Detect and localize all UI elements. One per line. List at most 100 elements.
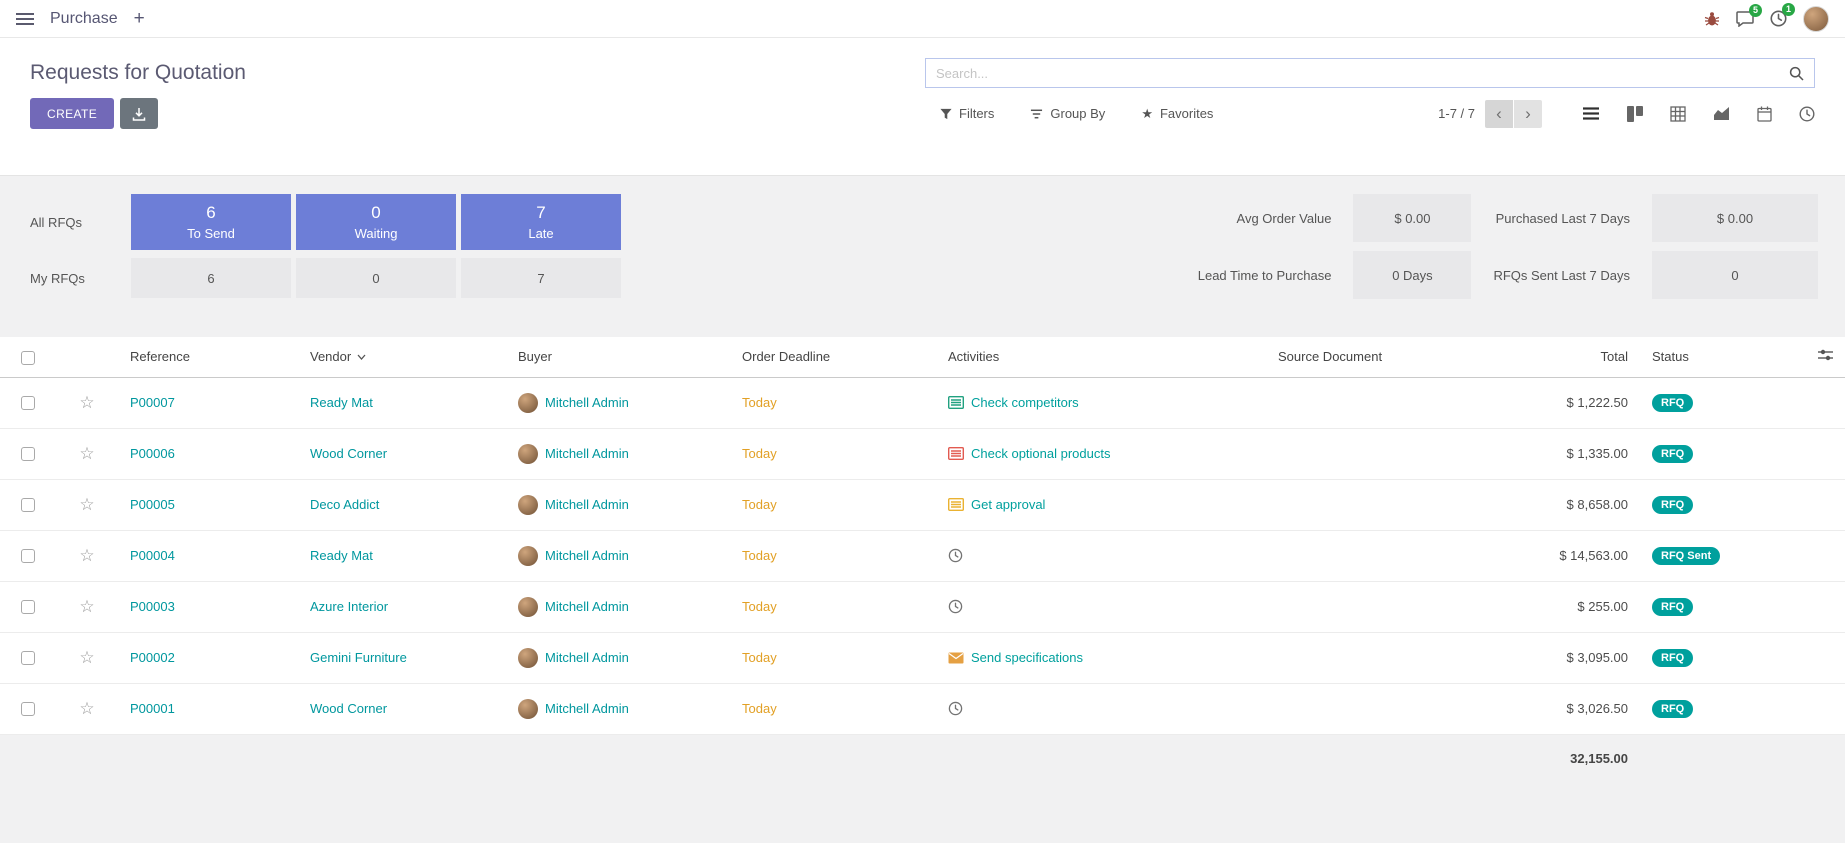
table-row[interactable]: ☆ P00004 Ready Mat Mitchell Admin Today … bbox=[0, 530, 1845, 581]
column-header-reference[interactable]: Reference bbox=[130, 349, 190, 364]
activity-label[interactable]: Check optional products bbox=[971, 446, 1110, 461]
row-checkbox[interactable] bbox=[21, 702, 35, 716]
select-all-checkbox[interactable] bbox=[21, 351, 35, 365]
table-row[interactable]: ☆ P00007 Ready Mat Mitchell Admin Today … bbox=[0, 377, 1845, 428]
my-rfq-count-waiting[interactable]: 0 bbox=[296, 258, 456, 298]
favorite-star-icon[interactable]: ☆ bbox=[79, 495, 94, 514]
activity-icon[interactable] bbox=[948, 548, 963, 563]
table-row[interactable]: ☆ P00002 Gemini Furniture Mitchell Admin… bbox=[0, 632, 1845, 683]
activity-icon[interactable] bbox=[948, 396, 964, 409]
group-by-button[interactable]: Group By bbox=[1030, 106, 1105, 121]
column-header-activities[interactable]: Activities bbox=[948, 349, 999, 364]
activity-view-icon[interactable] bbox=[1799, 106, 1815, 122]
buyer-link[interactable]: Mitchell Admin bbox=[545, 446, 629, 461]
vendor-link[interactable]: Ready Mat bbox=[310, 395, 373, 410]
activity-icon[interactable] bbox=[948, 447, 964, 460]
row-checkbox[interactable] bbox=[21, 651, 35, 665]
activity-cell[interactable]: Send specifications bbox=[948, 650, 1254, 665]
pager-previous-button[interactable]: ‹ bbox=[1485, 100, 1513, 128]
kanban-view-icon[interactable] bbox=[1627, 106, 1643, 122]
vendor-link[interactable]: Wood Corner bbox=[310, 446, 387, 461]
reference-link[interactable]: P00001 bbox=[130, 701, 175, 716]
filters-button[interactable]: Filters bbox=[940, 106, 994, 121]
column-header-total[interactable]: Total bbox=[1601, 349, 1628, 364]
column-header-source[interactable]: Source Document bbox=[1278, 349, 1382, 364]
row-checkbox[interactable] bbox=[21, 396, 35, 410]
column-header-vendor[interactable]: Vendor bbox=[310, 349, 366, 364]
activities-clock-icon[interactable]: 1 bbox=[1770, 10, 1787, 27]
buyer-link[interactable]: Mitchell Admin bbox=[545, 497, 629, 512]
row-checkbox[interactable] bbox=[21, 600, 35, 614]
rfq-tile-to-send[interactable]: 6To Send bbox=[131, 194, 291, 250]
buyer-link[interactable]: Mitchell Admin bbox=[545, 701, 629, 716]
my-rfqs-filter[interactable]: My RFQs bbox=[30, 258, 126, 298]
row-checkbox[interactable] bbox=[21, 498, 35, 512]
favorite-star-icon[interactable]: ☆ bbox=[79, 597, 94, 616]
vendor-link[interactable]: Wood Corner bbox=[310, 701, 387, 716]
activity-cell[interactable]: Check competitors bbox=[948, 395, 1254, 410]
pager-next-button[interactable]: › bbox=[1514, 100, 1542, 128]
vendor-link[interactable]: Azure Interior bbox=[310, 599, 388, 614]
activity-cell[interactable] bbox=[948, 701, 1254, 716]
buyer-link[interactable]: Mitchell Admin bbox=[545, 395, 629, 410]
pivot-view-icon[interactable] bbox=[1670, 106, 1686, 122]
favorite-star-icon[interactable]: ☆ bbox=[79, 393, 94, 412]
reference-link[interactable]: P00003 bbox=[130, 599, 175, 614]
activity-label[interactable]: Check competitors bbox=[971, 395, 1079, 410]
rfq-tile-waiting[interactable]: 0Waiting bbox=[296, 194, 456, 250]
favorites-button[interactable]: ★ Favorites bbox=[1141, 106, 1213, 122]
row-checkbox[interactable] bbox=[21, 447, 35, 461]
my-rfq-count-late[interactable]: 7 bbox=[461, 258, 621, 298]
buyer-link[interactable]: Mitchell Admin bbox=[545, 548, 629, 563]
my-rfq-count-to-send[interactable]: 6 bbox=[131, 258, 291, 298]
rfq-tile-late[interactable]: 7Late bbox=[461, 194, 621, 250]
table-row[interactable]: ☆ P00006 Wood Corner Mitchell Admin Toda… bbox=[0, 428, 1845, 479]
vendor-link[interactable]: Ready Mat bbox=[310, 548, 373, 563]
all-rfqs-filter[interactable]: All RFQs bbox=[30, 194, 126, 250]
activity-cell[interactable] bbox=[948, 548, 1254, 563]
search-icon[interactable] bbox=[1789, 66, 1804, 81]
upload-button[interactable] bbox=[120, 98, 158, 129]
activity-cell[interactable]: Check optional products bbox=[948, 446, 1254, 461]
table-row[interactable]: ☆ P00005 Deco Addict Mitchell Admin Toda… bbox=[0, 479, 1845, 530]
reference-link[interactable]: P00005 bbox=[130, 497, 175, 512]
reference-link[interactable]: P00007 bbox=[130, 395, 175, 410]
buyer-link[interactable]: Mitchell Admin bbox=[545, 650, 629, 665]
calendar-view-icon[interactable] bbox=[1757, 106, 1772, 122]
favorite-star-icon[interactable]: ☆ bbox=[79, 546, 94, 565]
user-avatar[interactable] bbox=[1803, 6, 1829, 32]
search-input[interactable] bbox=[936, 66, 1789, 81]
favorite-star-icon[interactable]: ☆ bbox=[79, 699, 94, 718]
activity-label[interactable]: Get approval bbox=[971, 497, 1045, 512]
graph-view-icon[interactable] bbox=[1713, 106, 1730, 121]
adjust-columns-icon[interactable] bbox=[1818, 348, 1833, 362]
table-row[interactable]: ☆ P00001 Wood Corner Mitchell Admin Toda… bbox=[0, 683, 1845, 734]
create-button[interactable]: CREATE bbox=[30, 98, 114, 129]
app-name-menu[interactable]: Purchase bbox=[50, 10, 118, 28]
favorite-star-icon[interactable]: ☆ bbox=[79, 444, 94, 463]
vendor-link[interactable]: Gemini Furniture bbox=[310, 650, 407, 665]
activity-cell[interactable]: Get approval bbox=[948, 497, 1254, 512]
messages-icon[interactable]: 5 bbox=[1736, 11, 1754, 27]
debug-bug-icon[interactable] bbox=[1704, 11, 1720, 27]
row-checkbox[interactable] bbox=[21, 549, 35, 563]
add-plus-icon[interactable]: + bbox=[134, 9, 145, 28]
reference-link[interactable]: P00004 bbox=[130, 548, 175, 563]
column-header-deadline[interactable]: Order Deadline bbox=[742, 349, 830, 364]
apps-menu-icon[interactable] bbox=[16, 13, 34, 25]
vendor-link[interactable]: Deco Addict bbox=[310, 497, 379, 512]
reference-link[interactable]: P00006 bbox=[130, 446, 175, 461]
list-view-icon[interactable] bbox=[1582, 106, 1600, 121]
activity-icon[interactable] bbox=[948, 599, 963, 614]
column-header-buyer[interactable]: Buyer bbox=[518, 349, 552, 364]
table-row[interactable]: ☆ P00003 Azure Interior Mitchell Admin T… bbox=[0, 581, 1845, 632]
activity-label[interactable]: Send specifications bbox=[971, 650, 1083, 665]
favorite-star-icon[interactable]: ☆ bbox=[79, 648, 94, 667]
buyer-link[interactable]: Mitchell Admin bbox=[545, 599, 629, 614]
activity-icon[interactable] bbox=[948, 652, 964, 664]
activity-icon[interactable] bbox=[948, 498, 964, 511]
reference-link[interactable]: P00002 bbox=[130, 650, 175, 665]
column-header-status[interactable]: Status bbox=[1652, 349, 1689, 364]
activity-cell[interactable] bbox=[948, 599, 1254, 614]
activity-icon[interactable] bbox=[948, 701, 963, 716]
